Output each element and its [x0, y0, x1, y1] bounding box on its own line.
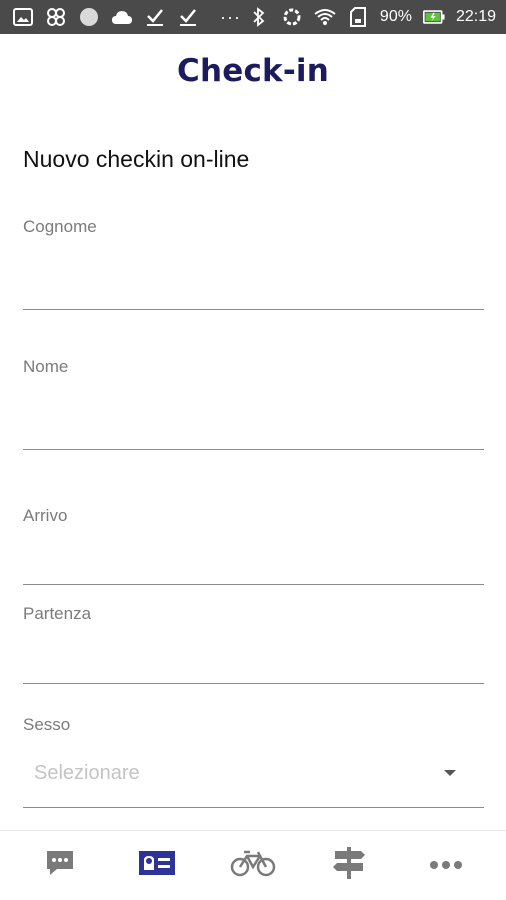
arrival-field[interactable]: Arrivo	[23, 506, 484, 585]
clock: 22:19	[455, 8, 496, 25]
nav-item-bike[interactable]	[223, 838, 283, 894]
more-notifications: ···	[220, 6, 241, 27]
pinwheel-icon	[45, 7, 67, 27]
bottom-nav	[0, 830, 506, 900]
sim-card-icon	[347, 7, 369, 27]
name-label: Nome	[23, 357, 69, 376]
id-card-icon	[138, 851, 175, 880]
battery-charging-icon	[422, 7, 445, 27]
cloud-icon	[111, 7, 133, 27]
name-field[interactable]: Nome	[23, 357, 484, 450]
sync-icon	[281, 7, 303, 27]
sex-underline	[23, 807, 484, 808]
surname-input[interactable]	[23, 267, 484, 303]
surname-field[interactable]: Cognome	[23, 217, 484, 310]
surname-underline	[23, 309, 484, 310]
signpost-icon	[332, 846, 366, 885]
page-title: Check-in	[177, 53, 329, 89]
sex-label: Sesso	[23, 715, 71, 734]
name-input[interactable]	[23, 407, 484, 443]
departure-input[interactable]	[23, 643, 484, 679]
dropdown-arrow-icon[interactable]	[444, 770, 456, 776]
wifi-icon	[314, 7, 336, 27]
battery-percent: 90%	[379, 8, 412, 25]
status-bar: ··· 90% 22:19	[0, 0, 506, 34]
header: Check-in	[0, 34, 506, 112]
name-underline	[23, 449, 484, 450]
nav-item-chat[interactable]	[30, 838, 90, 894]
departure-underline	[23, 683, 484, 684]
status-bar-left: ···	[12, 7, 241, 28]
arrival-label: Arrivo	[23, 506, 68, 525]
more-icon	[429, 857, 463, 875]
nav-item-more[interactable]	[416, 838, 476, 894]
gallery-icon	[12, 7, 34, 27]
departure-label: Partenza	[23, 604, 92, 623]
sex-select-value[interactable]: Selezionare	[34, 762, 140, 785]
arrival-underline	[23, 584, 484, 585]
section-title: Nuovo checkin on-line	[23, 146, 250, 172]
bicycle-icon	[230, 849, 276, 882]
circle-icon	[78, 7, 100, 27]
download-check-icon	[177, 7, 199, 27]
chat-icon	[45, 849, 75, 882]
nav-item-check-in[interactable]	[127, 838, 187, 894]
surname-label: Cognome	[23, 217, 97, 236]
status-bar-right: 90% 22:19	[248, 7, 496, 27]
departure-field[interactable]: Partenza	[23, 604, 484, 684]
download-check-icon	[144, 7, 166, 27]
arrival-input[interactable]	[23, 544, 484, 580]
sex-field[interactable]: Sesso Selezionare	[23, 715, 484, 808]
bluetooth-icon	[248, 7, 270, 27]
nav-item-directions[interactable]	[319, 838, 379, 894]
